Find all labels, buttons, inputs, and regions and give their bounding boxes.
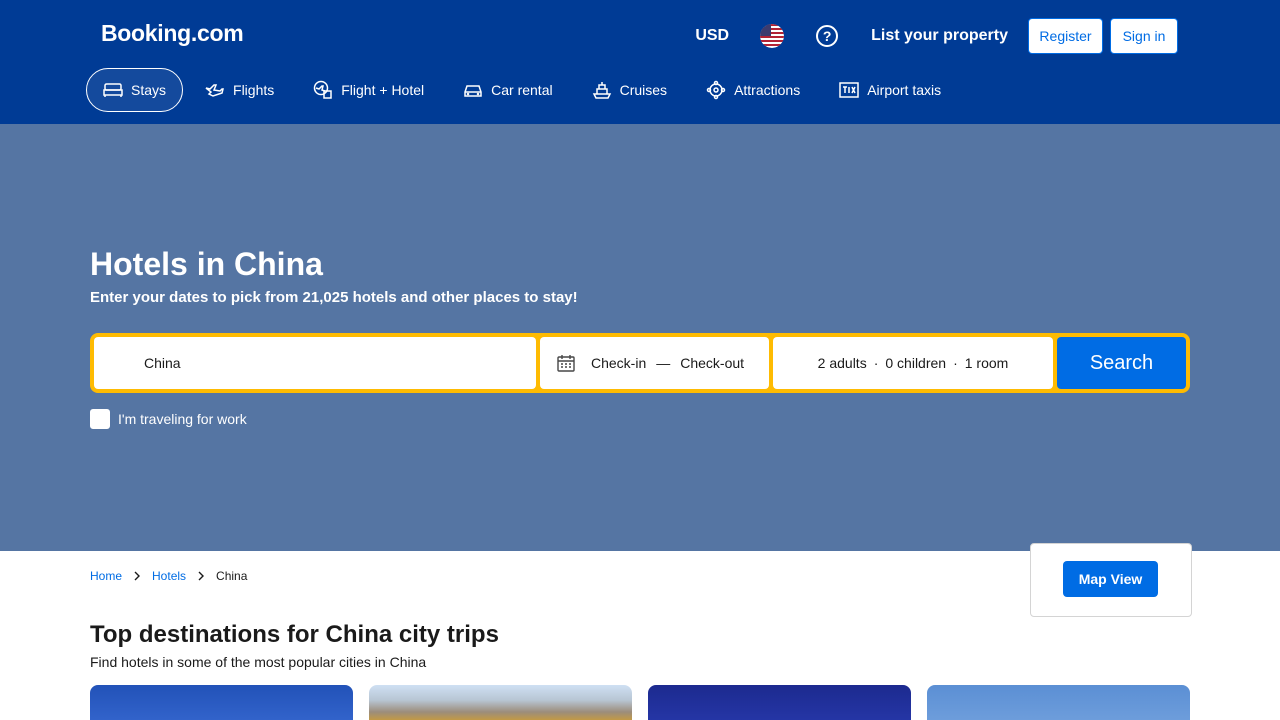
check-in-label: Check-in [591, 355, 647, 371]
hero-banner: Hotels in China Enter your dates to pick… [0, 124, 1280, 551]
taxi-icon [839, 82, 859, 98]
tab-stays[interactable]: Stays [86, 68, 184, 112]
tab-cruises[interactable]: Cruises [575, 68, 684, 112]
work-travel-toggle[interactable]: I'm traveling for work [90, 409, 247, 429]
destination-cards [90, 685, 1190, 720]
date-separator: — [656, 355, 671, 371]
tab-flight-hotel[interactable]: Flight + Hotel [296, 68, 441, 112]
check-out-label: Check-out [680, 355, 745, 371]
ship-icon [592, 82, 611, 99]
us-flag-icon[interactable] [760, 24, 785, 48]
search-bar: China Check-in — Check-out 2 adults · 0 … [90, 333, 1190, 393]
map-view-panel: Map View [1030, 543, 1192, 617]
destination-card[interactable] [648, 685, 911, 720]
tab-flights-label: Flights [233, 82, 275, 98]
attractions-icon [706, 80, 726, 100]
sign-in-button[interactable]: Sign in [1110, 18, 1178, 54]
list-property-link[interactable]: List your property [871, 27, 1008, 45]
breadcrumb-hotels[interactable]: Hotels [152, 569, 186, 583]
chevron-right-icon [133, 571, 141, 581]
separator-dot: · [953, 355, 958, 371]
bed-icon [103, 83, 123, 97]
work-travel-checkbox[interactable] [90, 409, 110, 429]
rooms-count: 1 room [964, 355, 1009, 371]
header: Booking.com USD ? List your property Reg… [0, 0, 1280, 124]
children-count: 0 children [885, 355, 947, 371]
header-actions: USD ? List your property Register Sign i… [695, 18, 1178, 54]
plane-icon [205, 84, 224, 97]
map-view-button[interactable]: Map View [1063, 561, 1158, 597]
tab-flight-hotel-label: Flight + Hotel [341, 82, 425, 98]
separator-dot: · [873, 355, 879, 371]
tab-flights[interactable]: Flights [188, 68, 291, 112]
calendar-icon [557, 355, 575, 372]
tab-attractions[interactable]: Attractions [689, 68, 817, 112]
destination-card[interactable] [90, 685, 353, 720]
register-button[interactable]: Register [1028, 18, 1103, 54]
occupancy-selector[interactable]: 2 adults · 0 children · 1 room [773, 337, 1053, 389]
tab-cruises-label: Cruises [619, 82, 668, 98]
tab-attractions-label: Attractions [734, 82, 801, 98]
currency-selector[interactable]: USD [695, 27, 729, 45]
car-icon [464, 85, 482, 97]
search-button[interactable]: Search [1057, 337, 1186, 389]
breadcrumb: Home Hotels China [90, 569, 247, 583]
adults-count: 2 adults [817, 355, 867, 371]
tab-airport-taxis[interactable]: Airport taxis [822, 68, 958, 112]
breadcrumb-current: China [216, 569, 248, 583]
breadcrumb-home[interactable]: Home [90, 569, 122, 583]
chevron-right-icon [197, 571, 205, 581]
tab-stays-label: Stays [131, 82, 167, 98]
main-nav: Stays Flights Flight + Hotel Car rental … [86, 68, 963, 112]
tab-car-rental-label: Car rental [491, 82, 553, 98]
destination-card[interactable] [927, 685, 1190, 720]
logo[interactable]: Booking.com [101, 20, 244, 47]
work-travel-label: I'm traveling for work [118, 411, 247, 427]
destination-card[interactable] [369, 685, 632, 720]
page-title: Hotels in China [90, 246, 323, 282]
date-picker[interactable]: Check-in — Check-out [540, 337, 769, 389]
destination-input[interactable]: China [94, 337, 536, 389]
flight-hotel-icon [314, 80, 332, 99]
tab-airport-taxis-label: Airport taxis [867, 82, 942, 98]
tab-car-rental[interactable]: Car rental [446, 68, 569, 112]
help-icon[interactable]: ? [816, 25, 839, 47]
section-subtitle: Find hotels in some of the most popular … [90, 654, 427, 670]
section-title: Top destinations for China city trips [90, 621, 499, 648]
page-subtitle: Enter your dates to pick from 21,025 hot… [90, 289, 578, 306]
